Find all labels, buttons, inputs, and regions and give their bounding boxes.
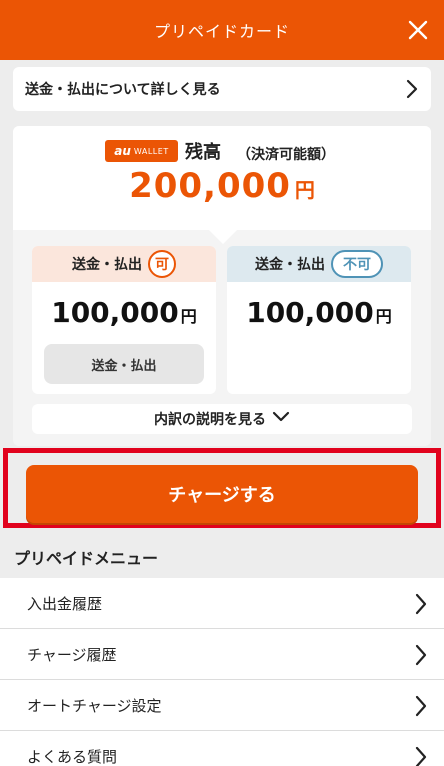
non-transferable-amount: 100,000 円 xyxy=(227,296,411,329)
chevron-right-icon xyxy=(414,746,428,766)
transferable-header: 送金・払出 可 xyxy=(32,246,216,282)
transferable-card: 送金・払出 可 100,000 円 送金・払出 xyxy=(32,246,216,394)
breakdown-link[interactable]: 内訳の説明を見る xyxy=(32,404,412,434)
balance-amount-value: 200,000 xyxy=(129,166,291,206)
prepaid-menu-title: プリペイドメニュー xyxy=(14,549,159,568)
menu-item-label: チャージ履歴 xyxy=(27,645,117,664)
chevron-right-icon xyxy=(405,79,419,103)
menu-item-label: 入出金履歴 xyxy=(27,594,103,613)
transfer-info-link[interactable]: 送金・払出について詳しく見る xyxy=(13,67,431,111)
au-wallet-logo: au WALLET xyxy=(105,140,178,162)
menu-item-label: よくある質問 xyxy=(27,747,118,766)
logo-wallet-text: WALLET xyxy=(133,146,169,156)
transferable-badge: 可 xyxy=(148,250,176,278)
non-transferable-header: 送金・払出 不可 xyxy=(227,246,411,282)
transferable-title: 送金・払出 xyxy=(72,257,142,273)
menu-item-charge-history[interactable]: チャージ履歴 xyxy=(0,629,444,680)
pointer-triangle xyxy=(209,230,237,244)
chevron-down-icon xyxy=(272,411,290,427)
transfer-info-label: 送金・払出について詳しく見る xyxy=(25,82,221,98)
app-header: プリペイドカード xyxy=(0,0,444,60)
menu-item-auto-charge-settings[interactable]: オートチャージ設定 xyxy=(0,680,444,731)
menu-item-label: オートチャージ設定 xyxy=(27,696,162,715)
balance-sub-label: （決済可能額） xyxy=(237,147,335,163)
menu-item-faq[interactable]: よくある質問 xyxy=(0,731,444,766)
page-title: プリペイドカード xyxy=(153,22,290,41)
balance-card: au WALLET 残高 （決済可能額） 200,000 円 送金・払出 可 10… xyxy=(13,126,431,446)
non-transferable-amount-unit: 円 xyxy=(375,307,392,326)
non-transferable-title: 送金・払出 xyxy=(255,257,325,273)
transferable-amount: 100,000 円 xyxy=(32,296,216,329)
balance-label: 残高 xyxy=(185,142,221,163)
transferable-amount-value: 100,000 xyxy=(51,296,179,329)
transfer-withdraw-button[interactable]: 送金・払出 xyxy=(44,344,204,384)
non-transferable-card: 送金・払出 不可 100,000 円 xyxy=(227,246,411,394)
chevron-right-icon xyxy=(414,695,428,721)
balance-amount: 200,000 円 xyxy=(13,166,431,206)
menu-item-transaction-history[interactable]: 入出金履歴 xyxy=(0,578,444,629)
balance-summary: au WALLET 残高 （決済可能額） 200,000 円 xyxy=(13,126,431,230)
chevron-right-icon xyxy=(414,644,428,670)
breakdown-label: 内訳の説明を見る xyxy=(154,412,266,428)
non-transferable-amount-value: 100,000 xyxy=(246,296,374,329)
logo-au-text: au xyxy=(114,144,131,158)
chevron-right-icon xyxy=(414,593,428,619)
balance-amount-unit: 円 xyxy=(294,178,315,202)
non-transferable-badge: 不可 xyxy=(331,250,383,278)
prepaid-menu-list: 入出金履歴 チャージ履歴 オートチャージ設定 よくある質問 xyxy=(0,578,444,766)
charge-button[interactable]: チャージする xyxy=(26,465,418,523)
transferable-amount-unit: 円 xyxy=(180,307,197,326)
close-icon[interactable] xyxy=(408,20,428,40)
